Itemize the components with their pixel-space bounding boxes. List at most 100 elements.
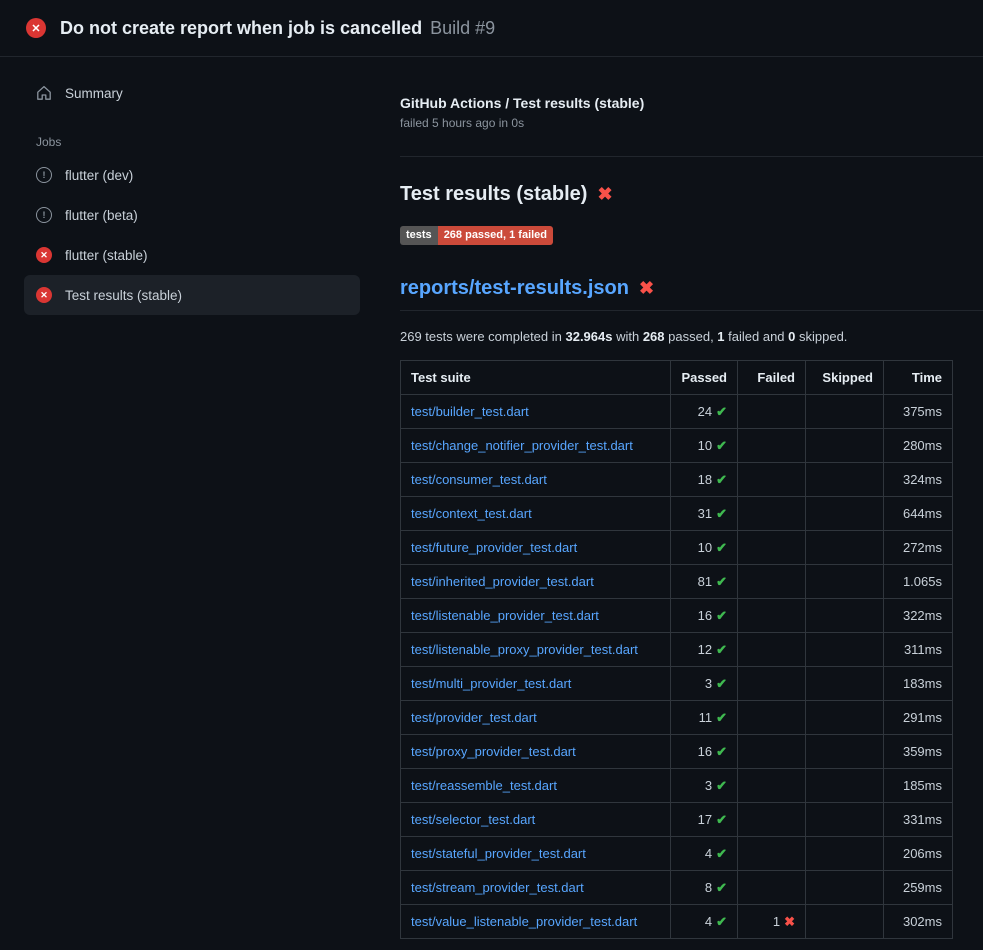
results-table: Test suitePassedFailedSkippedTime test/b… xyxy=(400,360,953,939)
suite-cell: test/reassemble_test.dart xyxy=(401,769,671,803)
passed-cell: 3✔ xyxy=(671,667,738,701)
passed-cell: 24✔ xyxy=(671,395,738,429)
stat-count: 18 xyxy=(698,472,712,487)
check-icon: ✔ xyxy=(716,506,727,521)
skipped-cell xyxy=(806,905,884,939)
check-icon: ✔ xyxy=(716,676,727,691)
table-row: test/stateful_provider_test.dart4✔206ms xyxy=(401,837,953,871)
summary-line: 269 tests were completed in 32.964s with… xyxy=(400,329,983,344)
test-suite-link[interactable]: test/reassemble_test.dart xyxy=(411,778,557,793)
stat-count: 17 xyxy=(698,812,712,827)
failed-x-icon: ✖ xyxy=(639,278,654,299)
x-icon: ✖ xyxy=(784,914,795,929)
table-row: test/selector_test.dart 17✔ 331ms xyxy=(401,803,953,837)
test-suite-link[interactable]: test/proxy_provider_test.dart xyxy=(411,744,576,759)
sidebar-item-job[interactable]: !flutter (beta) xyxy=(24,195,360,235)
test-suite-link[interactable]: test/inherited_provider_test.dart xyxy=(411,574,594,589)
suite-cell: test/value_listenable_provider_test.dart xyxy=(401,905,671,939)
jobs-list: ! flutter (dev) !flutter (beta)✕flutter (s… xyxy=(24,155,360,315)
failed-cell xyxy=(738,633,806,667)
time-cell: 206ms xyxy=(884,837,953,871)
failed-cell xyxy=(738,599,806,633)
failed-cell xyxy=(738,531,806,565)
failed-cell: 1✖ xyxy=(738,905,806,939)
failed-cell xyxy=(738,735,806,769)
job-label: flutter (dev) xyxy=(65,168,133,183)
summary-value: 1 xyxy=(717,329,724,344)
failed-cell xyxy=(738,871,806,905)
test-suite-link[interactable]: test/multi_provider_test.dart xyxy=(411,676,571,691)
failed-cell xyxy=(738,429,806,463)
test-suite-link[interactable]: test/value_listenable_provider_test.dart xyxy=(411,914,637,929)
divider xyxy=(400,156,983,157)
passed-cell: 11✔ xyxy=(671,701,738,735)
summary-text: 269 tests were completed in xyxy=(400,329,565,344)
suite-cell: test/listenable_provider_test.dart xyxy=(401,599,671,633)
skipped-cell xyxy=(806,837,884,871)
failed-cell xyxy=(738,769,806,803)
test-suite-link[interactable]: test/context_test.dart xyxy=(411,506,532,521)
test-suite-link[interactable]: test/stream_provider_test.dart xyxy=(411,880,584,895)
section-title: Test results (stable) ✖ xyxy=(400,183,983,206)
failed-cell xyxy=(738,701,806,735)
summary-text: failed and xyxy=(725,329,789,344)
skipped-cell xyxy=(806,769,884,803)
failed-cell xyxy=(738,803,806,837)
passed-cell: 4✔ xyxy=(671,905,738,939)
page-title: Do not create report when job is cancell… xyxy=(60,18,422,39)
build-number: Build #9 xyxy=(430,18,495,39)
test-suite-link[interactable]: test/selector_test.dart xyxy=(411,812,535,827)
table-row: test/value_listenable_provider_test.dart… xyxy=(401,905,953,939)
sidebar-item-job[interactable]: ✕flutter (stable) xyxy=(24,235,360,275)
stat-count: 8 xyxy=(705,880,712,895)
check-icon: ✔ xyxy=(716,880,727,895)
check-icon: ✔ xyxy=(716,914,727,929)
passed-cell: 16✔ xyxy=(671,735,738,769)
report-link[interactable]: reports/test-results.json xyxy=(400,277,629,300)
failed-cell xyxy=(738,837,806,871)
suite-cell: test/provider_test.dart xyxy=(401,701,671,735)
stat-count: 81 xyxy=(698,574,712,589)
sidebar-item-summary[interactable]: Summary xyxy=(24,73,360,113)
time-cell: 331ms xyxy=(884,803,953,837)
suite-cell: test/context_test.dart xyxy=(401,497,671,531)
sidebar-item-job[interactable]: ! flutter (dev) xyxy=(24,155,360,195)
skipped-cell xyxy=(806,803,884,837)
test-suite-link[interactable]: test/provider_test.dart xyxy=(411,710,537,725)
time-cell: 644ms xyxy=(884,497,953,531)
skipped-cell xyxy=(806,871,884,905)
time-cell: 183ms xyxy=(884,667,953,701)
badge-value: 268 passed, 1 failed xyxy=(438,226,553,245)
home-icon xyxy=(36,85,52,101)
breadcrumb: GitHub Actions / Test results (stable) xyxy=(400,95,983,111)
table-row: test/change_notifier_provider_test.dart1… xyxy=(401,429,953,463)
test-suite-link[interactable]: test/stateful_provider_test.dart xyxy=(411,846,586,861)
test-suite-link[interactable]: test/consumer_test.dart xyxy=(411,472,547,487)
passed-cell: 17✔ xyxy=(671,803,738,837)
failed-status-icon: ✕ xyxy=(36,247,52,263)
suite-cell: test/multi_provider_test.dart xyxy=(401,667,671,701)
summary-value: 268 xyxy=(643,329,665,344)
time-cell: 322ms xyxy=(884,599,953,633)
summary-text: with xyxy=(612,329,642,344)
suite-cell: test/stream_provider_test.dart xyxy=(401,871,671,905)
failed-cell xyxy=(738,667,806,701)
neutral-status-icon: ! xyxy=(36,167,52,183)
check-icon: ✔ xyxy=(716,778,727,793)
time-cell: 359ms xyxy=(884,735,953,769)
sidebar-item-job[interactable]: ✕Test results (stable) xyxy=(24,275,360,315)
passed-cell: 8✔ xyxy=(671,871,738,905)
test-suite-link[interactable]: test/listenable_provider_test.dart xyxy=(411,608,599,623)
summary-text: skipped. xyxy=(795,329,847,344)
report-heading: reports/test-results.json ✖ xyxy=(400,277,983,311)
test-suite-link[interactable]: test/builder_test.dart xyxy=(411,404,529,419)
test-suite-link[interactable]: test/listenable_proxy_provider_test.dart xyxy=(411,642,638,657)
passed-cell: 10✔ xyxy=(671,531,738,565)
test-suite-link[interactable]: test/future_provider_test.dart xyxy=(411,540,577,555)
test-suite-link[interactable]: test/change_notifier_provider_test.dart xyxy=(411,438,633,453)
tests-badge: tests 268 passed, 1 failed xyxy=(400,226,553,245)
table-row: test/future_provider_test.dart10✔272ms xyxy=(401,531,953,565)
time-cell: 375ms xyxy=(884,395,953,429)
build-header: ✕ Do not create report when job is cance… xyxy=(0,0,983,57)
skipped-cell xyxy=(806,531,884,565)
